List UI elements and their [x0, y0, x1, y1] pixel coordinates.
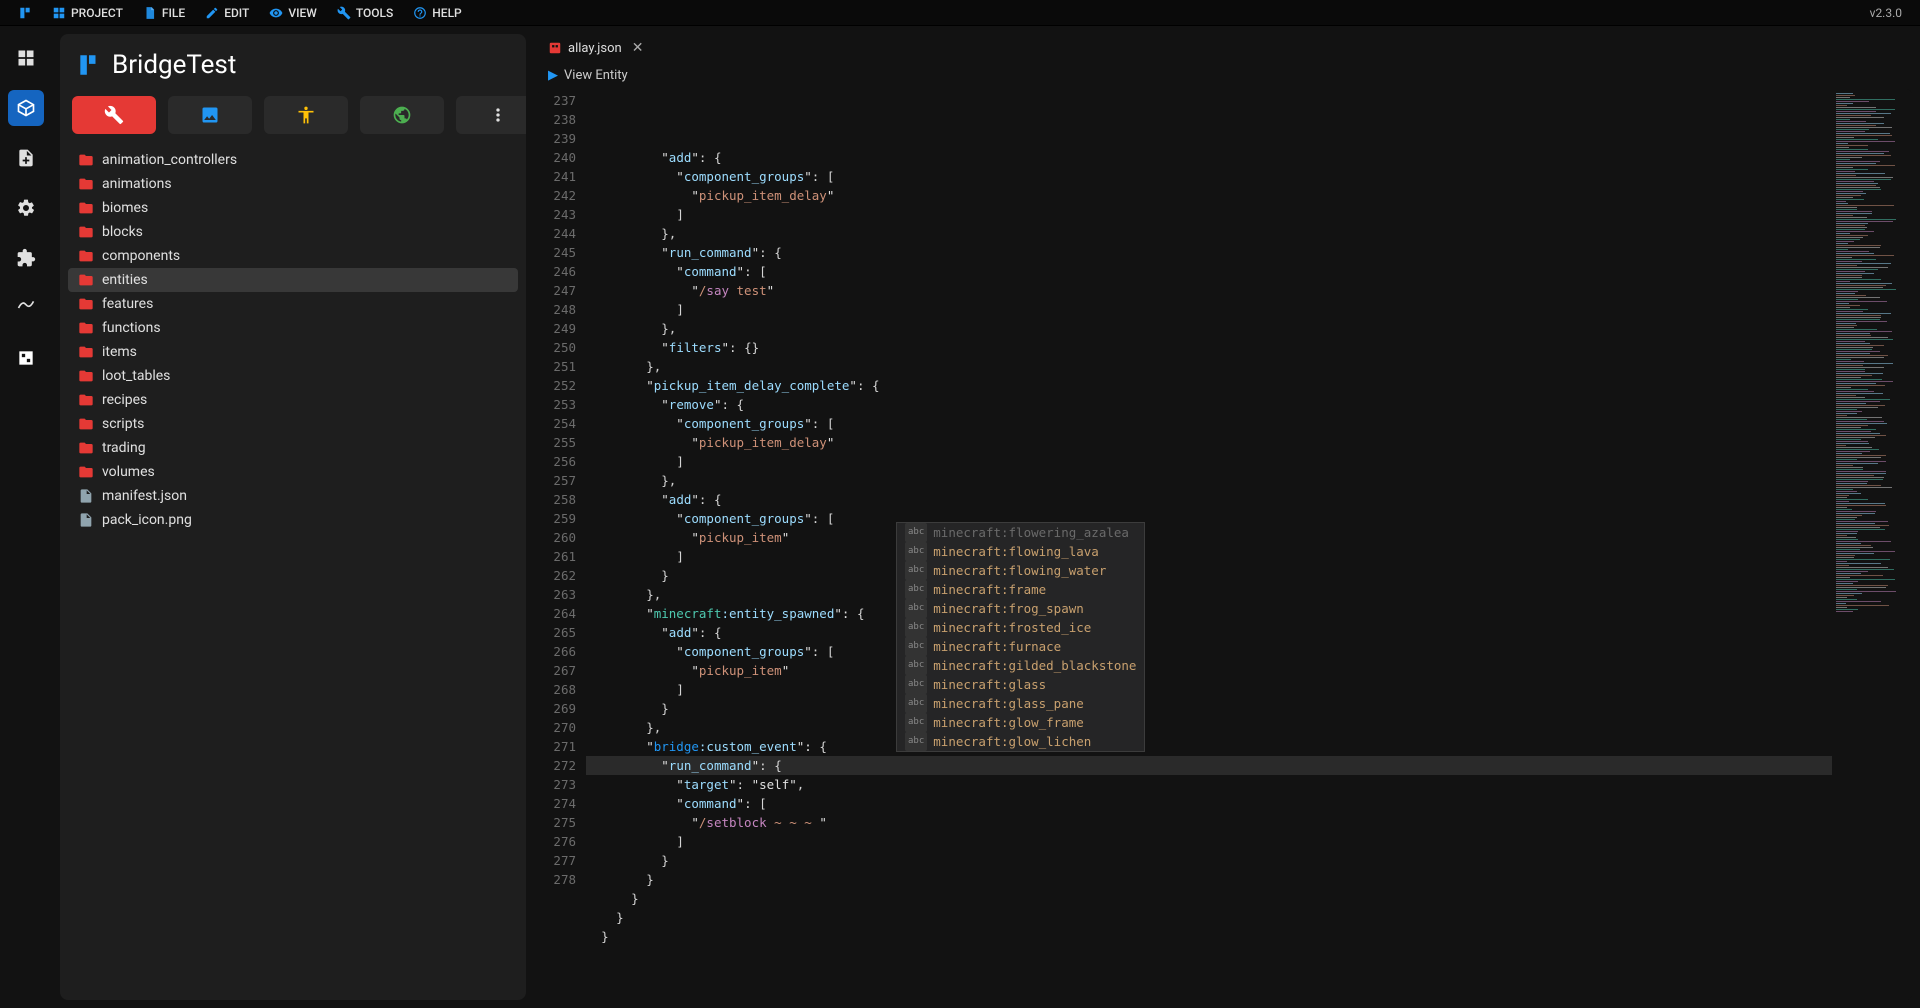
view-entity-button[interactable]: View Entity	[564, 68, 628, 83]
editor-tabs: allay.json ✕	[538, 34, 1912, 62]
menu-file-label: FILE	[162, 6, 185, 20]
tab-close-icon[interactable]: ✕	[632, 40, 644, 56]
folder-item[interactable]: loot_tables	[68, 364, 518, 388]
folder-item[interactable]: animation_controllers	[68, 148, 518, 172]
autocomplete-item[interactable]: abcminecraft:flowing_water	[897, 561, 1144, 580]
folder-item[interactable]: items	[68, 340, 518, 364]
tab-allay[interactable]: allay.json ✕	[538, 34, 653, 62]
code-editor[interactable]: 2372382392402412422432442452462472482492…	[538, 89, 1912, 1000]
secondary-bar: ▶ View Entity	[538, 62, 1912, 89]
version-label: v2.3.0	[1870, 6, 1912, 20]
autocomplete-item[interactable]: abcminecraft:glass_pane	[897, 694, 1144, 713]
project-title: BridgeTest	[68, 46, 518, 96]
activity-extensions[interactable]	[8, 240, 44, 276]
activity-compiler[interactable]	[8, 340, 44, 376]
minimap[interactable]	[1832, 89, 1912, 1000]
project-logo-icon	[76, 52, 102, 78]
folder-item[interactable]: entities	[68, 268, 518, 292]
file-item[interactable]: manifest.json	[68, 484, 518, 508]
menu-view-label: VIEW	[288, 6, 317, 20]
activity-file-add[interactable]	[8, 140, 44, 176]
activity-bar	[0, 26, 52, 1008]
folder-item[interactable]: animations	[68, 172, 518, 196]
action-build[interactable]	[72, 96, 156, 134]
folder-item[interactable]: components	[68, 244, 518, 268]
menu-project[interactable]: PROJECT	[42, 0, 133, 26]
folder-item[interactable]: biomes	[68, 196, 518, 220]
menu-file[interactable]: FILE	[133, 0, 195, 26]
folder-item[interactable]: recipes	[68, 388, 518, 412]
menu-edit[interactable]: EDIT	[195, 0, 259, 26]
project-title-text: BridgeTest	[112, 50, 236, 80]
action-image[interactable]	[168, 96, 252, 134]
file-tree: animation_controllersanimationsbiomesblo…	[68, 148, 518, 532]
autocomplete-item[interactable]: abcminecraft:furnace	[897, 637, 1144, 656]
activity-home[interactable]	[8, 40, 44, 76]
folder-item[interactable]: features	[68, 292, 518, 316]
autocomplete-item[interactable]: abcminecraft:flowering_azalea	[897, 523, 1144, 542]
action-accessibility[interactable]	[264, 96, 348, 134]
folder-item[interactable]: scripts	[68, 412, 518, 436]
line-gutter: 2372382392402412422432442452462472482492…	[538, 89, 586, 1000]
action-world[interactable]	[360, 96, 444, 134]
activity-graph[interactable]	[8, 290, 44, 326]
editor-area: allay.json ✕ ▶ View Entity 2372382392402…	[538, 34, 1912, 1000]
autocomplete-item[interactable]: abcminecraft:frame	[897, 580, 1144, 599]
autocomplete-popup[interactable]: abcminecraft:flowering_azaleaabcminecraf…	[896, 522, 1145, 752]
activity-settings[interactable]	[8, 190, 44, 226]
autocomplete-item[interactable]: abcminecraft:flowing_lava	[897, 542, 1144, 561]
folder-item[interactable]: blocks	[68, 220, 518, 244]
view-entity-chevron-icon: ▶	[548, 68, 558, 83]
sidebar-actions	[68, 96, 518, 148]
menu-tools[interactable]: TOOLS	[327, 0, 403, 26]
app-logo[interactable]	[8, 0, 42, 26]
action-more[interactable]	[456, 96, 526, 134]
autocomplete-item[interactable]: abcminecraft:frog_spawn	[897, 599, 1144, 618]
folder-item[interactable]: volumes	[68, 460, 518, 484]
top-menubar: PROJECT FILE EDIT VIEW TOOLS HELP v2.3.0	[0, 0, 1920, 26]
entity-file-icon	[548, 41, 562, 55]
sidebar-panel: BridgeTest animation_controllersanimatio…	[60, 34, 526, 1000]
folder-item[interactable]: trading	[68, 436, 518, 460]
autocomplete-item[interactable]: abcminecraft:gilded_blackstone	[897, 656, 1144, 675]
menu-edit-label: EDIT	[224, 6, 249, 20]
activity-pack[interactable]	[8, 90, 44, 126]
menu-project-label: PROJECT	[71, 6, 123, 20]
menu-help[interactable]: HELP	[403, 0, 471, 26]
file-item[interactable]: pack_icon.png	[68, 508, 518, 532]
menu-view[interactable]: VIEW	[259, 0, 327, 26]
autocomplete-item[interactable]: abcminecraft:glass	[897, 675, 1144, 694]
code-content[interactable]: "add": { "component_groups": [ "pickup_i…	[586, 89, 1832, 1000]
menu-help-label: HELP	[432, 6, 461, 20]
autocomplete-item[interactable]: abcminecraft:glowingobsidian	[897, 751, 1144, 752]
autocomplete-item[interactable]: abcminecraft:glow_frame	[897, 713, 1144, 732]
menu-tools-label: TOOLS	[356, 6, 393, 20]
autocomplete-item[interactable]: abcminecraft:frosted_ice	[897, 618, 1144, 637]
autocomplete-item[interactable]: abcminecraft:glow_lichen	[897, 732, 1144, 751]
folder-item[interactable]: functions	[68, 316, 518, 340]
tab-filename: allay.json	[568, 41, 622, 56]
